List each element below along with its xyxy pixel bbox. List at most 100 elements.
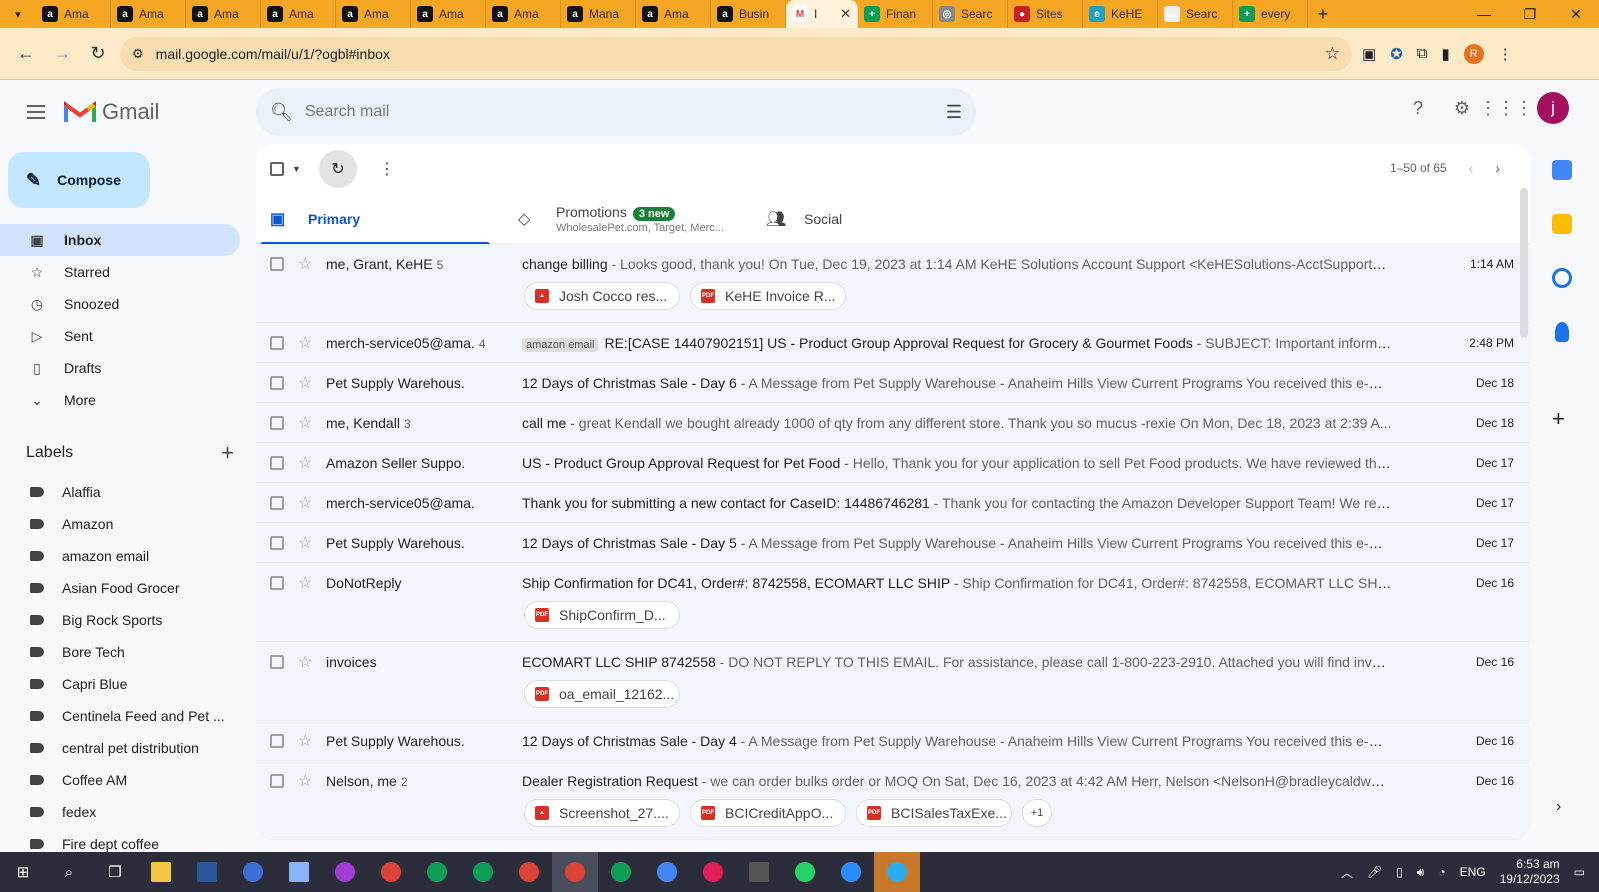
- create-label-plus-icon[interactable]: +: [221, 440, 234, 466]
- email-checkbox[interactable]: [270, 416, 284, 430]
- new-tab-button[interactable]: +: [1308, 4, 1338, 25]
- star-icon[interactable]: ☆: [298, 453, 312, 473]
- calculator-icon[interactable]: [736, 852, 782, 892]
- label-item[interactable]: central pet distribution: [0, 732, 240, 764]
- browser-tab[interactable]: a Ama: [186, 0, 261, 28]
- browser-tab[interactable]: a Ama: [261, 0, 336, 28]
- email-checkbox[interactable]: [270, 336, 284, 350]
- wifi-icon[interactable]: ◔: [1438, 865, 1445, 879]
- email-checkbox[interactable]: [270, 376, 284, 390]
- chrome-profile-icon[interactable]: [552, 852, 598, 892]
- main-menu-icon[interactable]: [12, 88, 60, 136]
- label-item[interactable]: fedex: [0, 796, 240, 828]
- email-checkbox[interactable]: [270, 496, 284, 510]
- label-item[interactable]: Coffee AM: [0, 764, 240, 796]
- extension-icon[interactable]: ▣: [1362, 45, 1376, 63]
- email-row[interactable]: ☆ merch-service05@ama. Thank you for submi…: [256, 483, 1530, 523]
- tasks-icon[interactable]: [1552, 268, 1572, 288]
- email-row[interactable]: ☆ invoices ECOMART LLC SHIP 8742558 - DO N…: [256, 642, 1530, 721]
- chrome-profile-icon[interactable]: [368, 852, 414, 892]
- nav-item-starred[interactable]: ☆ Starred: [0, 256, 240, 288]
- browser-tab[interactable]: a Ama: [111, 0, 186, 28]
- browser-tab[interactable]: e KeHE: [1083, 0, 1158, 28]
- omnibox[interactable]: ⚙ mail.google.com/mail/u/1/?ogbl#inbox ☆: [120, 36, 1352, 71]
- browser-tab[interactable]: a Ama: [636, 0, 711, 28]
- browser-tab[interactable]: + every: [1233, 0, 1308, 28]
- maximize-icon[interactable]: ❐: [1507, 6, 1553, 23]
- star-icon[interactable]: ☆: [298, 333, 312, 353]
- contacts-icon[interactable]: [1555, 322, 1569, 342]
- slack-icon[interactable]: [690, 852, 736, 892]
- whatsapp-icon[interactable]: [782, 852, 828, 892]
- browser-tab[interactable]: a Ama: [36, 0, 111, 28]
- volume-icon[interactable]: 🔊︎: [1417, 865, 1425, 880]
- messenger-icon[interactable]: [322, 852, 368, 892]
- email-row[interactable]: ☆ Pet Supply Warehous. 12 Days of Christma…: [256, 721, 1530, 761]
- browser-tab[interactable]: ◎ Searc: [933, 0, 1008, 28]
- search-options-icon[interactable]: ☰: [946, 102, 962, 123]
- star-icon[interactable]: ☆: [298, 493, 312, 513]
- battery-icon[interactable]: ▯: [1396, 865, 1403, 879]
- browser-tab[interactable]: + Finan: [858, 0, 933, 28]
- apps-grid-icon[interactable]: ⋮⋮⋮: [1479, 95, 1533, 121]
- taskbar-search-icon[interactable]: ⌕: [46, 852, 92, 892]
- email-row[interactable]: ☆ merch-service05@ama. 4 amazon email RE:[CA…: [256, 323, 1530, 363]
- attachment-chip[interactable]: PDF KeHE Invoice R...: [690, 282, 846, 310]
- compose-button[interactable]: ✎ Compose: [8, 152, 150, 208]
- settings-gear-icon[interactable]: ⚙: [1449, 95, 1475, 121]
- chrome-profile-icon[interactable]: [644, 852, 690, 892]
- tab-primary[interactable]: ▣ Primary: [256, 194, 504, 245]
- email-checkbox[interactable]: [270, 774, 284, 788]
- minimize-icon[interactable]: —: [1461, 6, 1507, 23]
- email-checkbox[interactable]: [270, 655, 284, 669]
- help-icon[interactable]: ?: [1405, 95, 1431, 121]
- browser-tab[interactable]: a Busin: [711, 0, 786, 28]
- select-dropdown-icon[interactable]: ▼: [292, 164, 301, 174]
- star-icon[interactable]: ☆: [298, 254, 312, 274]
- attachment-chip[interactable]: PDF BCICreditAppO...: [690, 799, 846, 827]
- browser-tab[interactable]: a Mana: [561, 0, 636, 28]
- browser-menu-icon[interactable]: ⋮: [1498, 45, 1513, 63]
- email-checkbox[interactable]: [270, 456, 284, 470]
- puzzle-icon[interactable]: ⧉: [1417, 45, 1428, 62]
- attachment-chip[interactable]: PDF ShipConfirm_D...: [524, 601, 680, 629]
- email-row[interactable]: ☆ DoNotReply Ship Confirmation for DC41, O…: [256, 563, 1530, 642]
- attachment-chip[interactable]: PDF BCISalesTaxExe...: [856, 799, 1012, 827]
- chrome-profile-icon[interactable]: [460, 852, 506, 892]
- email-row[interactable]: ☆ Nelson, me 2 Dealer Registration Request …: [256, 761, 1530, 840]
- browser-tab[interactable]: ● Sites: [1008, 0, 1083, 28]
- show-side-panel-chevron-icon[interactable]: ›: [1556, 798, 1561, 816]
- attachment-chip[interactable]: PDF oa_email_12162...: [524, 680, 680, 708]
- label-item[interactable]: Asian Food Grocer: [0, 572, 240, 604]
- nav-item-sent[interactable]: ▷ Sent: [0, 320, 240, 352]
- reload-icon[interactable]: ↻: [80, 36, 116, 72]
- email-row[interactable]: ☆ Pet Supply Warehous. 12 Days of Christma…: [256, 523, 1530, 563]
- nav-item-more[interactable]: ⌄ More: [0, 384, 240, 416]
- task-view-icon[interactable]: ❐: [92, 852, 138, 892]
- select-all-checkbox[interactable]: [270, 162, 284, 176]
- close-tab-icon[interactable]: ✕: [840, 6, 851, 22]
- notifications-icon[interactable]: ▭: [1574, 865, 1585, 879]
- back-icon[interactable]: ←: [8, 36, 44, 72]
- file-explorer-icon[interactable]: [138, 852, 184, 892]
- zoom-icon[interactable]: [828, 852, 874, 892]
- search-icon[interactable]: 🔍︎: [270, 102, 293, 123]
- email-row[interactable]: ☆ me, Kendall 3 call me - great Kendall we …: [256, 403, 1530, 443]
- more-options-icon[interactable]: ⋮: [379, 159, 395, 179]
- keep-icon[interactable]: [1552, 214, 1572, 234]
- newer-page-icon[interactable]: ‹: [1469, 160, 1474, 176]
- browser-profile-avatar[interactable]: R: [1463, 43, 1484, 64]
- site-info-icon[interactable]: ⚙: [132, 46, 144, 62]
- scrollbar-thumb[interactable]: [1520, 188, 1528, 338]
- label-item[interactable]: Alaffia: [0, 476, 240, 508]
- label-item[interactable]: Capri Blue: [0, 668, 240, 700]
- browser-tab[interactable]: M I ✕: [786, 0, 858, 28]
- email-checkbox[interactable]: [270, 576, 284, 590]
- tab-social[interactable]: 👥︎ Social: [752, 194, 1000, 244]
- forward-icon[interactable]: →: [44, 36, 80, 72]
- star-icon[interactable]: ☆: [298, 771, 312, 791]
- browser-tab[interactable]: a Ama: [336, 0, 411, 28]
- label-item[interactable]: Centinela Feed and Pet ...: [0, 700, 240, 732]
- email-checkbox[interactable]: [270, 734, 284, 748]
- star-icon[interactable]: ☆: [298, 652, 312, 672]
